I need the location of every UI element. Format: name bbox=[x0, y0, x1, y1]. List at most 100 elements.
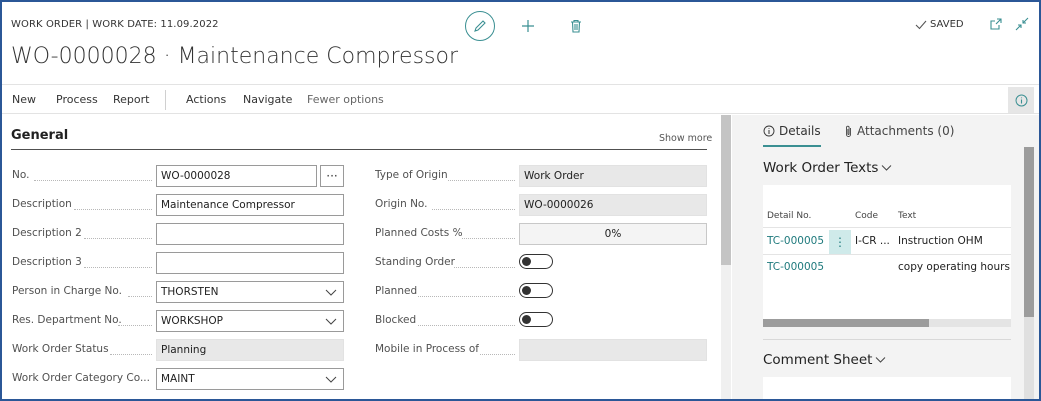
planned-toggle[interactable] bbox=[519, 283, 553, 298]
action-new[interactable]: New bbox=[12, 93, 36, 106]
label-leader bbox=[110, 354, 152, 355]
toggle-knob bbox=[522, 257, 531, 266]
scrollbar-thumb[interactable] bbox=[721, 115, 731, 265]
field-label-blocked: Blocked bbox=[375, 314, 417, 326]
collapse-button[interactable] bbox=[1015, 17, 1031, 33]
field-label-origin-no: Origin No. bbox=[375, 198, 428, 210]
field-label-description-3: Description 3 bbox=[12, 256, 82, 268]
field-label-work-order-category: Work Order Category Co... bbox=[12, 372, 150, 384]
scrollbar-thumb[interactable] bbox=[1024, 147, 1034, 317]
work-order-texts-title: Work Order Texts bbox=[763, 160, 879, 176]
label-leader bbox=[128, 296, 152, 297]
trash-icon bbox=[571, 19, 581, 33]
content-scrollbar[interactable] bbox=[721, 115, 731, 399]
toggle-knob bbox=[522, 315, 531, 324]
horizontal-scrollbar[interactable] bbox=[763, 319, 1011, 327]
work-order-status-field: Planning bbox=[156, 339, 344, 361]
field-label-type-of-origin: Type of Origin bbox=[375, 169, 448, 181]
new-button[interactable] bbox=[518, 16, 538, 36]
action-fewer-options[interactable]: Fewer options bbox=[307, 93, 384, 106]
field-label-res-department: Res. Department No. bbox=[12, 314, 122, 326]
factbox-pane: Details Attachments (0) Work Order Texts… bbox=[732, 115, 1039, 399]
comment-sheet-header[interactable]: Comment Sheet bbox=[763, 352, 886, 368]
row-actions-button[interactable]: ⋮ bbox=[829, 230, 851, 254]
chevron-down-icon bbox=[882, 165, 892, 171]
factbox-toggle-button[interactable] bbox=[1008, 87, 1034, 113]
column-header-detail-no[interactable]: Detail No. bbox=[767, 211, 811, 221]
comment-sheet-list bbox=[763, 377, 1011, 399]
action-report[interactable]: Report bbox=[113, 93, 149, 106]
action-bar: New Process Report Actions Navigate Fewe… bbox=[2, 84, 1039, 114]
field-label-standing-order: Standing Order bbox=[375, 256, 455, 268]
section-divider bbox=[11, 149, 707, 150]
info-icon bbox=[763, 125, 775, 137]
page-title: WO-0000028 · Maintenance Compressor bbox=[11, 44, 458, 69]
collapse-arrows-icon bbox=[1015, 17, 1029, 31]
scrollbar-thumb[interactable] bbox=[763, 319, 929, 327]
blocked-toggle[interactable] bbox=[519, 312, 553, 327]
person-in-charge-select[interactable]: THORSTEN bbox=[156, 281, 344, 303]
field-label-planned-costs: Planned Costs % bbox=[375, 227, 463, 239]
work-order-texts-header[interactable]: Work Order Texts bbox=[763, 160, 892, 176]
row-divider bbox=[763, 227, 1011, 228]
toggle-knob bbox=[522, 286, 531, 295]
field-label-work-order-status: Work Order Status bbox=[12, 343, 109, 355]
delete-button[interactable] bbox=[566, 16, 586, 36]
checkmark-icon bbox=[915, 20, 927, 29]
label-leader bbox=[454, 267, 515, 268]
field-label-description: Description bbox=[12, 198, 72, 210]
column-header-code[interactable]: Code bbox=[855, 211, 878, 221]
field-label-no: No. bbox=[12, 169, 30, 181]
tab-details-label: Details bbox=[779, 124, 821, 138]
description-3-field[interactable] bbox=[156, 252, 344, 274]
page-context-caption: WORK ORDER | WORK DATE: 11.09.2022 bbox=[11, 19, 219, 30]
chevron-down-icon bbox=[876, 357, 886, 363]
mobile-in-process-field bbox=[519, 339, 707, 361]
saved-status: SAVED bbox=[915, 19, 964, 30]
label-leader bbox=[34, 180, 152, 181]
action-process[interactable]: Process bbox=[56, 93, 98, 106]
description-field[interactable]: Maintenance Compressor bbox=[156, 194, 344, 216]
label-leader bbox=[462, 238, 515, 239]
field-label-planned: Planned bbox=[375, 285, 418, 297]
saved-label: SAVED bbox=[930, 19, 964, 30]
work-order-category-value: MAINT bbox=[161, 373, 195, 385]
tab-attachments[interactable]: Attachments (0) bbox=[844, 124, 954, 138]
planned-costs-progress: 0% bbox=[519, 223, 707, 245]
pencil-icon bbox=[474, 20, 486, 32]
row-1-detail-no-link[interactable]: TC-000005 bbox=[767, 235, 824, 247]
label-leader bbox=[480, 354, 515, 355]
no-lookup-button[interactable]: ··· bbox=[320, 165, 344, 187]
work-order-category-select[interactable]: MAINT bbox=[156, 368, 344, 390]
row-2-detail-no-link[interactable]: TC-000005 bbox=[767, 261, 824, 273]
info-icon bbox=[1015, 94, 1027, 106]
work-order-card-page: WORK ORDER | WORK DATE: 11.09.2022 WO-00… bbox=[0, 0, 1041, 401]
section-title-general[interactable]: General bbox=[11, 128, 68, 143]
standing-order-toggle[interactable] bbox=[519, 254, 553, 269]
label-leader bbox=[84, 267, 152, 268]
show-more-link[interactable]: Show more bbox=[659, 133, 712, 144]
chevron-down-icon bbox=[325, 289, 337, 296]
action-actions[interactable]: Actions bbox=[186, 93, 226, 106]
edit-button[interactable] bbox=[465, 11, 495, 41]
chevron-down-icon bbox=[325, 376, 337, 383]
tab-details[interactable]: Details bbox=[763, 124, 821, 138]
label-leader bbox=[418, 325, 515, 326]
open-new-window-button[interactable] bbox=[989, 17, 1005, 33]
plus-icon bbox=[522, 20, 534, 32]
paperclip-icon bbox=[846, 125, 851, 137]
label-leader bbox=[448, 180, 515, 181]
tab-attachments-label: Attachments (0) bbox=[857, 124, 955, 138]
label-leader bbox=[432, 209, 515, 210]
action-navigate[interactable]: Navigate bbox=[243, 93, 292, 106]
res-department-select[interactable]: WORKSHOP bbox=[156, 310, 344, 332]
row-1-code: I-CR ... bbox=[855, 235, 890, 247]
description-2-field[interactable] bbox=[156, 223, 344, 245]
field-label-person-in-charge: Person in Charge No. bbox=[12, 285, 122, 297]
row-2-text: copy operating hours m bbox=[898, 261, 1011, 273]
person-in-charge-value: THORSTEN bbox=[161, 286, 219, 298]
label-leader bbox=[418, 296, 515, 297]
label-leader bbox=[84, 238, 152, 239]
column-header-text[interactable]: Text bbox=[898, 211, 916, 221]
no-field[interactable]: WO-0000028 bbox=[156, 165, 317, 187]
